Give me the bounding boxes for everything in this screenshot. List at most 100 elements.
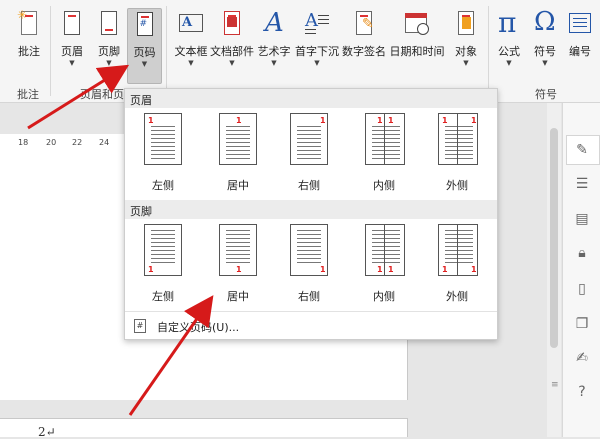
thumbnail-line	[445, 142, 473, 143]
header-icon	[58, 10, 86, 38]
thumbnail-line	[372, 250, 400, 251]
footer-section-title: 页脚	[125, 200, 497, 219]
equation-button[interactable]: π 公式 ▼	[492, 6, 526, 67]
text-box-button[interactable]: A 文本框 ▼	[171, 10, 211, 67]
thumbnail-line	[226, 250, 250, 251]
page-number-button[interactable]: # 页码 ▼	[127, 8, 162, 84]
option-label: 外侧	[446, 179, 468, 192]
thumbnail-line	[297, 154, 321, 155]
page-divider	[384, 114, 385, 164]
lock-icon[interactable]: 🔒︎	[574, 245, 590, 261]
thumbnail-line	[297, 246, 321, 247]
thumbnail-line	[297, 130, 321, 131]
document-page-next[interactable]	[0, 418, 408, 437]
header-button[interactable]: 页眉 ▼	[55, 10, 89, 67]
thumbnail-line	[226, 142, 250, 143]
thumbnail-line	[372, 126, 400, 127]
page-thumbnail: 11	[438, 224, 478, 276]
thumbnail-line	[445, 254, 473, 255]
thumbnail-line	[151, 254, 175, 255]
chevron-down-icon: ▼	[314, 59, 320, 67]
thumbnail-line	[372, 238, 400, 239]
digital-signature-button[interactable]: ✎ 数字签名	[341, 10, 387, 59]
thumbnail-line	[151, 158, 175, 159]
thumbnail-line	[151, 258, 175, 259]
save-icon[interactable]: ▯	[574, 281, 590, 297]
text-box-icon: A	[177, 10, 205, 38]
thumbnail-line	[151, 234, 175, 235]
header-option-inner[interactable]: 1 1 内侧	[351, 111, 417, 203]
thumbnail-line	[372, 254, 400, 255]
page-divider	[457, 114, 458, 164]
wordart-button[interactable]: A 艺术字 ▼	[256, 8, 292, 67]
comment-button[interactable]: ✳ 批注	[12, 8, 46, 59]
thumbnail-line	[226, 258, 250, 259]
copy-icon[interactable]: ❐	[574, 316, 590, 332]
footer-option-right[interactable]: 1 右侧	[276, 222, 342, 314]
ruler-tick: 24	[99, 138, 110, 147]
symbol-button[interactable]: Ω 符号 ▼	[528, 7, 562, 67]
page-thumbnail: 1	[219, 113, 257, 165]
thumbnail-line	[445, 234, 473, 235]
thumbnail-line	[297, 146, 321, 147]
thumbnail-line	[445, 230, 473, 231]
header-option-right[interactable]: 1 右侧	[276, 111, 342, 203]
thumbnail-line	[445, 154, 473, 155]
custom-page-number-label: 自定义页码(U)...	[157, 321, 240, 334]
thumbnail-line	[226, 230, 250, 231]
footer-option-left[interactable]: 1 左侧	[130, 222, 196, 314]
edit-icon[interactable]: ✍	[574, 350, 590, 366]
thumbnail-line	[151, 246, 175, 247]
header-option-center[interactable]: 1 居中	[205, 111, 271, 203]
footer-button[interactable]: 页脚 ▼	[92, 10, 126, 67]
page-thumbnail: 1	[219, 224, 257, 276]
document-parts-button[interactable]: 文档部件 ▼	[209, 10, 255, 67]
help-icon[interactable]: ?	[574, 384, 590, 400]
page-number-marker: 1	[471, 116, 477, 125]
chevron-down-icon: ▼	[506, 59, 512, 67]
scroll-grip-icon: ≡	[551, 380, 559, 390]
numbering-button[interactable]: 编号	[563, 10, 597, 59]
footer-option-center[interactable]: 1 居中	[205, 222, 271, 314]
thumbnail-line	[372, 154, 400, 155]
footer-option-outer[interactable]: 1 1 外侧	[424, 222, 490, 314]
header-option-outer[interactable]: 1 1 外侧	[424, 111, 490, 203]
thumbnail-line	[372, 138, 400, 139]
symbol-icon: Ω	[534, 7, 556, 37]
object-button[interactable]: 对象 ▼	[448, 10, 484, 67]
comment-button-label: 批注	[18, 45, 40, 58]
option-label: 左侧	[152, 179, 174, 192]
drop-cap-button[interactable]: A 首字下沉 ▼	[294, 10, 340, 67]
numbering-icon	[566, 10, 594, 38]
thumbnail-line	[297, 254, 321, 255]
settings-sliders-icon[interactable]: ☰	[574, 176, 590, 192]
page-number-marker: 1	[320, 265, 326, 274]
custom-page-number-option[interactable]: # 自定义页码(U)...	[125, 311, 497, 339]
thumbnail-line	[226, 242, 250, 243]
thumbnail-line	[297, 142, 321, 143]
pen-icon[interactable]: ✎	[574, 142, 590, 158]
header-button-label: 页眉	[61, 45, 83, 58]
thumbnail-line	[297, 138, 321, 139]
equation-button-label: 公式	[498, 45, 520, 58]
thumbnail-line	[445, 138, 473, 139]
layers-icon[interactable]: ▤	[574, 211, 590, 227]
thumbnail-line	[445, 258, 473, 259]
footer-option-inner[interactable]: 1 1 内侧	[351, 222, 417, 314]
thumbnail-line	[372, 258, 400, 259]
thumbnail-line	[372, 234, 400, 235]
thumbnail-line	[151, 238, 175, 239]
chevron-down-icon: ▼	[141, 60, 148, 68]
page-thumbnail: 11	[365, 224, 405, 276]
header-option-left[interactable]: 1 左侧	[130, 111, 196, 203]
thumbnail-line	[297, 262, 321, 263]
page-number-icon: #	[134, 319, 146, 333]
page-thumbnail: 1	[144, 224, 182, 276]
option-label: 居中	[227, 290, 249, 303]
ruler-tick: 22	[72, 138, 83, 147]
thumbnail-line	[151, 138, 175, 139]
thumbnail-line	[151, 126, 175, 127]
date-time-button[interactable]: 日期和时间	[389, 10, 445, 59]
scrollbar-thumb[interactable]	[550, 128, 558, 348]
thumbnail-line	[297, 230, 321, 231]
